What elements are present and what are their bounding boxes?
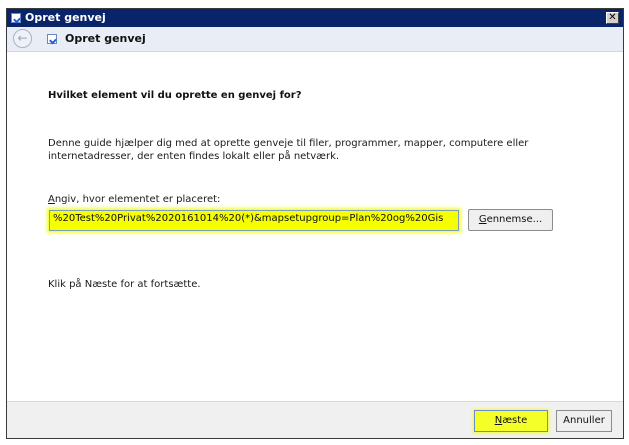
continue-instruction: Klik på Næste for at fortsætte.: [48, 279, 201, 290]
location-label: Angiv, hvor elementet er placeret:: [48, 194, 220, 205]
wizard-content: Hvilket element vil du oprette en genvej…: [7, 52, 623, 402]
wizard-title: Opret genvej: [65, 32, 146, 45]
location-input[interactable]: %20Test%20Privat%2020161014%20(*)&mapset…: [49, 210, 459, 231]
close-icon: ✕: [608, 12, 617, 23]
wizard-footer: Næste Annuller: [7, 401, 623, 438]
back-button[interactable]: ←: [13, 29, 32, 48]
page-heading: Hvilket element vil du oprette en genvej…: [48, 90, 302, 101]
location-label-accesskey: A: [48, 194, 55, 205]
shortcut-icon: [47, 34, 57, 44]
browse-accesskey: G: [478, 214, 487, 225]
location-label-text: ngiv, hvor elementet er placeret:: [54, 194, 221, 205]
back-arrow-icon: ←: [17, 31, 28, 45]
description-text: Denne guide hjælper dig med at oprette g…: [48, 138, 529, 162]
shortcut-icon: [11, 13, 21, 23]
create-shortcut-window: Opret genvej ✕ ← Opret genvej Hvilket el…: [6, 8, 624, 439]
title-bar: Opret genvej ✕: [7, 9, 623, 27]
next-button[interactable]: Næste: [474, 410, 548, 432]
next-label: æste: [502, 415, 528, 426]
browse-button[interactable]: Gennemse...: [468, 209, 553, 231]
cancel-button[interactable]: Annuller: [556, 410, 612, 432]
browse-label: ennemse...: [486, 214, 543, 225]
wizard-nav-bar: ← Opret genvej: [7, 27, 623, 52]
close-button[interactable]: ✕: [606, 12, 619, 24]
window-title: Opret genvej: [25, 11, 106, 24]
